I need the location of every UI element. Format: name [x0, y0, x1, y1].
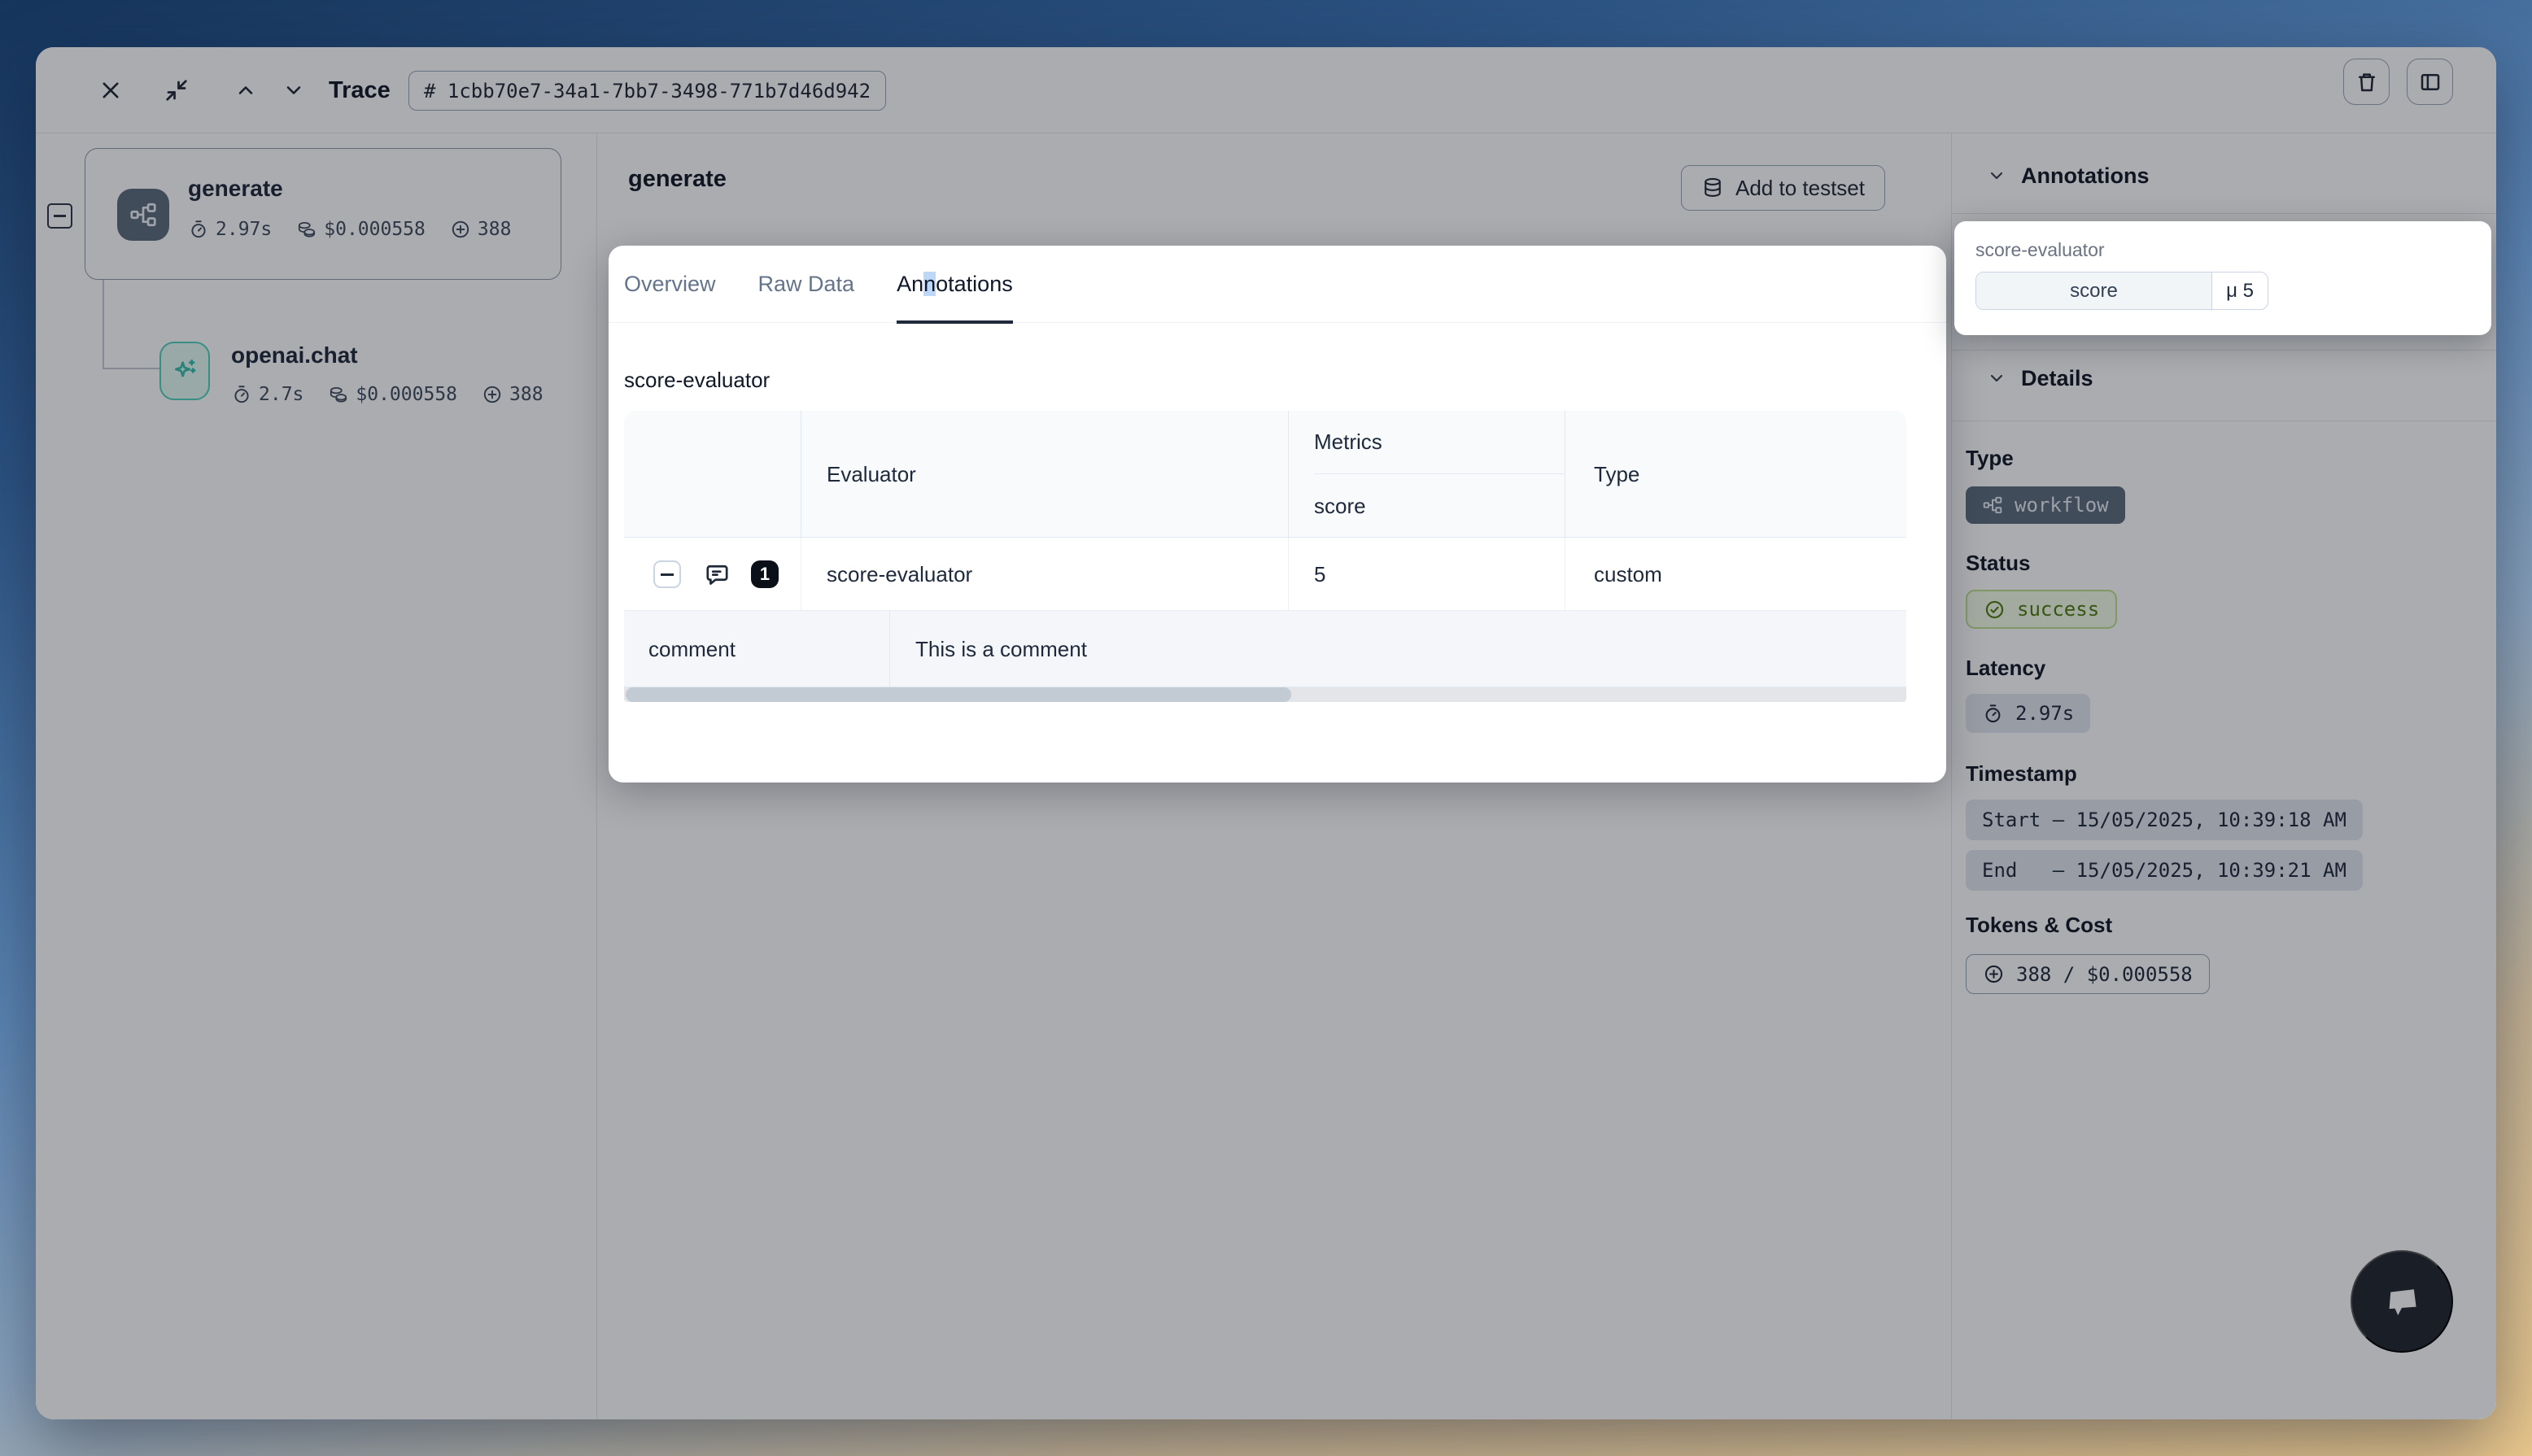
tab-bar: Overview Raw Data Annotations [609, 246, 1946, 323]
tab-label: Annotations [897, 272, 1013, 297]
row-checkbox-indeterminate[interactable] [653, 560, 681, 588]
tab-overview[interactable]: Overview [624, 246, 716, 323]
scrollbar-thumb[interactable] [626, 687, 1291, 702]
span-detail-panel: Overview Raw Data Annotations score-eval… [609, 246, 1946, 782]
trace-modal: Trace # 1cbb70e7-34a1-7bb7-3498-771b7d46… [36, 47, 2496, 1419]
annotation-card: score-evaluator score μ 5 [1954, 221, 2491, 335]
tab-raw-data[interactable]: Raw Data [758, 246, 855, 323]
comment-row: comment This is a comment [624, 611, 1906, 687]
metric-name: score [1976, 272, 2212, 309]
table-row[interactable]: 1 score-evaluator 5 custom [624, 538, 1906, 611]
evaluator-section-title: score-evaluator [624, 368, 770, 393]
annotations-table: Evaluator Metrics score Type 1 score-eva… [624, 411, 1906, 702]
cell-score: 5 [1314, 538, 1325, 611]
annotation-card-title: score-evaluator [1975, 239, 2105, 261]
tab-label: Raw Data [758, 272, 855, 297]
minus-icon [661, 573, 674, 576]
tab-label: Overview [624, 272, 716, 297]
comment-count-badge[interactable]: 1 [751, 560, 779, 588]
horizontal-scrollbar[interactable] [624, 687, 1906, 702]
column-header-type: Type [1594, 411, 1639, 538]
comment-key: comment [648, 611, 736, 687]
text-selection: n [923, 272, 936, 296]
desktop-background: Trace # 1cbb70e7-34a1-7bb7-3498-771b7d46… [0, 0, 2532, 1456]
cell-type: custom [1594, 538, 1662, 611]
comment-value: This is a comment [915, 611, 1087, 687]
table-header: Evaluator Metrics score Type [624, 411, 1906, 538]
column-header-metrics: Metrics [1314, 411, 1565, 474]
metric-mean-value: μ 5 [2212, 272, 2268, 309]
score-metric-pill[interactable]: score μ 5 [1975, 272, 2268, 310]
comment-icon[interactable] [701, 560, 731, 589]
cell-evaluator: score-evaluator [827, 538, 972, 611]
column-subheader-score: score [1314, 474, 1565, 538]
column-header-evaluator: Evaluator [827, 411, 916, 538]
tab-annotations[interactable]: Annotations [897, 246, 1013, 323]
